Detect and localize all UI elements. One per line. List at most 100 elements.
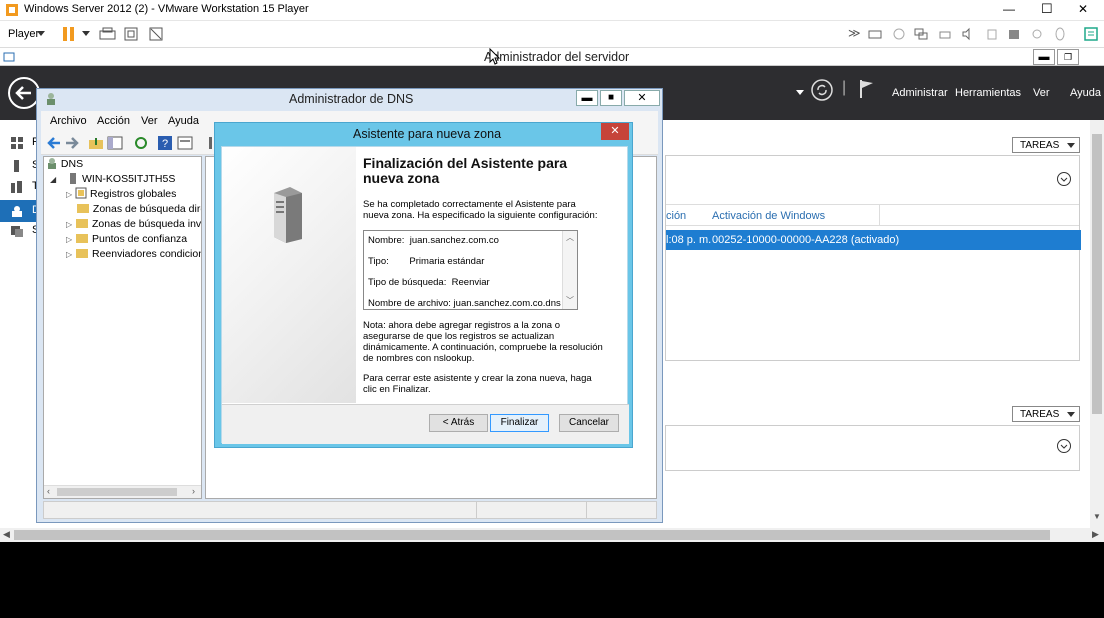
expand-icon[interactable]: ▷ xyxy=(66,235,72,244)
sound-icon[interactable] xyxy=(961,27,975,41)
scroll-down-icon[interactable]: ﹀ xyxy=(566,295,574,306)
sidebar-item-dns[interactable]: D xyxy=(0,200,40,222)
camera-icon[interactable] xyxy=(1030,27,1044,41)
maximize-button[interactable]: ☐ xyxy=(1041,1,1053,17)
cancel-button[interactable]: Cancelar xyxy=(559,414,619,432)
tree-item-reverse-zones[interactable]: ▷ Zonas de búsqueda inver xyxy=(66,217,201,232)
flag-icon[interactable] xyxy=(858,78,876,100)
collapse-icon[interactable]: ◢ xyxy=(50,175,56,184)
guest-screen: Administrador del servidor ▬ ❐ | Adminis… xyxy=(0,48,1104,542)
dns-manager-icon xyxy=(47,93,55,105)
tree-item-forward-zones[interactable]: Zonas de búsqueda direc xyxy=(76,202,201,217)
dns-status-bar xyxy=(43,501,657,519)
help-icon[interactable]: ? xyxy=(157,135,173,151)
usb-icon[interactable] xyxy=(985,27,999,41)
expand-icon[interactable] xyxy=(1056,171,1072,187)
show-tree-icon[interactable] xyxy=(107,135,123,151)
up-folder-icon[interactable] xyxy=(88,135,104,151)
scroll-thumb[interactable] xyxy=(1092,134,1102,414)
tree-item-server[interactable]: ◢ WIN-KOS5ITJTH5S xyxy=(50,172,175,187)
chevron-down-icon[interactable] xyxy=(796,90,804,96)
finish-button[interactable]: Finalizar xyxy=(490,414,549,432)
close-button[interactable]: ✕ xyxy=(1078,2,1088,16)
nav-ayuda[interactable]: Ayuda xyxy=(1070,87,1104,99)
wizard-footer: < Atrás Finalizar Cancelar xyxy=(222,404,629,444)
dns-minimize-button[interactable]: ▬ xyxy=(576,90,598,106)
dns-close-button[interactable]: ✕ xyxy=(624,90,660,106)
menu-archivo[interactable]: Archivo xyxy=(50,115,87,127)
menu-accion[interactable]: Acción xyxy=(97,115,130,127)
tareas-dropdown-2[interactable]: TAREAS xyxy=(1012,406,1080,422)
forward-icon[interactable] xyxy=(64,135,80,151)
refresh-icon[interactable] xyxy=(810,78,834,102)
vertical-scrollbar[interactable]: ▼ xyxy=(1090,120,1104,528)
nav-administrar[interactable]: Administrar xyxy=(892,87,948,99)
device-icon[interactable] xyxy=(1053,27,1067,41)
cd-drive-icon[interactable] xyxy=(892,27,906,41)
horizontal-scrollbar[interactable]: ◀ ▶ xyxy=(0,528,1104,542)
menu-ver[interactable]: Ver xyxy=(141,115,158,127)
table-header-col1[interactable]: ción xyxy=(666,210,686,222)
sm-minimize-button[interactable]: ▬ xyxy=(1033,49,1055,65)
scroll-right-icon[interactable]: ▶ xyxy=(1092,529,1099,540)
back-button[interactable]: < Atrás xyxy=(429,414,488,432)
printer-icon[interactable] xyxy=(938,27,952,41)
nav-ver[interactable]: Ver xyxy=(1033,87,1050,99)
tree-h-scrollbar[interactable]: ‹ › xyxy=(44,485,201,498)
vmware-logo-icon xyxy=(6,4,18,16)
tree-item-trust-points[interactable]: ▷ Puntos de confianza xyxy=(66,232,187,247)
tree-scroll-thumb[interactable] xyxy=(57,488,177,496)
player-menu[interactable]: Player xyxy=(8,28,39,40)
back-icon[interactable] xyxy=(46,135,62,151)
sidebar-item-file-services[interactable]: S xyxy=(10,224,39,240)
h-scroll-thumb[interactable] xyxy=(14,530,1050,540)
sidebar-item-all-servers[interactable]: T xyxy=(10,180,39,196)
scroll-left-icon[interactable]: ‹ xyxy=(47,486,50,496)
chevron-down-icon[interactable] xyxy=(82,31,90,37)
send-ctrl-alt-del-icon[interactable] xyxy=(99,26,116,42)
config-summary-box[interactable]: Nombre: juan.sanchez.com.co Tipo: Primar… xyxy=(363,230,578,310)
records-icon xyxy=(75,187,87,199)
tree-item-dns[interactable]: DNS xyxy=(46,157,83,172)
message-log-icon[interactable] xyxy=(1083,26,1099,42)
scroll-left-icon[interactable]: ◀ xyxy=(3,529,10,540)
table-header-activation[interactable]: Activación de Windows xyxy=(712,210,825,222)
floppy-icon[interactable] xyxy=(1007,27,1021,41)
minimize-button[interactable]: — xyxy=(1003,2,1015,16)
unity-icon[interactable] xyxy=(148,26,164,42)
hard-disk-icon[interactable] xyxy=(868,27,882,41)
nav-herramientas[interactable]: Herramientas xyxy=(955,87,1021,99)
network-icon[interactable] xyxy=(914,27,928,41)
config-scrollbar[interactable]: ︿ ﹀ xyxy=(562,231,577,309)
status-divider xyxy=(476,502,477,518)
refresh-icon[interactable] xyxy=(133,135,149,151)
sm-restore-button[interactable]: ❐ xyxy=(1057,49,1079,65)
svg-text:?: ? xyxy=(162,138,168,150)
sidebar-item-local-server[interactable]: S xyxy=(10,159,39,175)
mouse-cursor-icon xyxy=(489,48,501,65)
tareas-dropdown-1[interactable]: TAREAS xyxy=(1012,137,1080,153)
wizard-heading: Finalización del Asistente para nueva zo… xyxy=(363,155,568,186)
tree-item-registros-globales[interactable]: ▷ Registros globales xyxy=(66,187,176,202)
table-header-row: ción Activación de Windows xyxy=(666,204,1079,226)
fullscreen-icon[interactable] xyxy=(123,26,139,42)
scroll-up-icon[interactable]: ︿ xyxy=(566,232,574,243)
more-devices-icon[interactable]: ≫ xyxy=(848,26,861,40)
pause-icon[interactable] xyxy=(63,26,75,42)
menu-ayuda[interactable]: Ayuda xyxy=(168,115,199,127)
chevron-down-icon[interactable] xyxy=(37,31,45,37)
properties-icon[interactable] xyxy=(177,135,193,151)
table-row-selected[interactable]: l:08 p. m. 00252-10000-00000-AA228 (acti… xyxy=(666,230,1081,250)
tree-item-conditional-forwarders[interactable]: ▷ Reenviadores condiciona xyxy=(66,247,201,262)
folder-icon xyxy=(76,219,89,228)
wizard-close-button[interactable]: ✕ xyxy=(601,123,629,140)
dns-maximize-button[interactable]: ■ xyxy=(600,90,622,106)
cell-time: l:08 p. m. xyxy=(666,234,712,246)
expand-icon[interactable]: ▷ xyxy=(66,250,72,259)
expand-icon[interactable]: ▷ xyxy=(66,190,72,199)
scroll-down-icon[interactable]: ▼ xyxy=(1093,512,1101,521)
sidebar-item-panel[interactable]: P xyxy=(10,136,39,152)
expand-icon[interactable] xyxy=(1056,438,1072,454)
scroll-right-icon[interactable]: › xyxy=(192,486,195,496)
expand-icon[interactable]: ▷ xyxy=(66,220,72,229)
